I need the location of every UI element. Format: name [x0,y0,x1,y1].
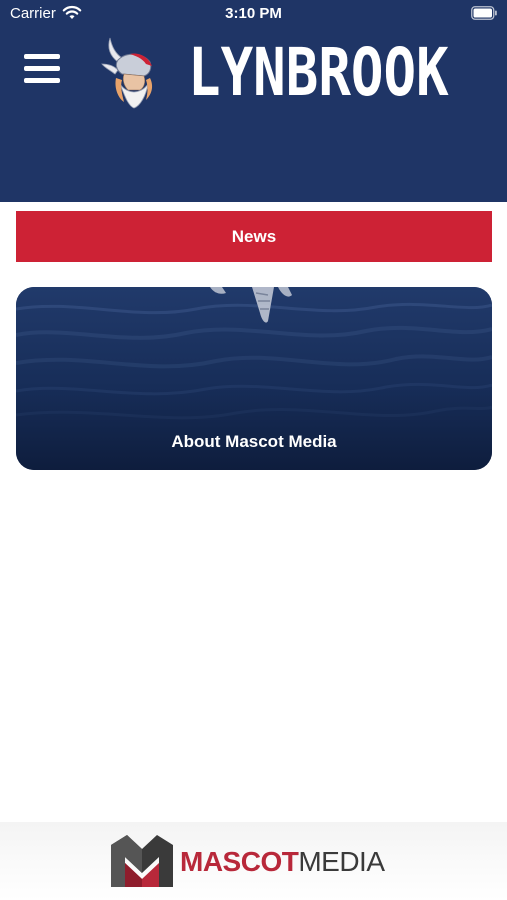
news-button[interactable]: News [16,211,492,262]
about-mascot-media-card[interactable]: About Mascot Media [16,287,492,470]
hamburger-menu-icon[interactable] [24,54,60,86]
viking-mascot-logo [101,37,153,109]
wordmark-mascot: MASCOT [180,846,299,877]
brand-title: LYNBROOK [188,34,449,111]
menu-line-1 [24,54,60,59]
menu-line-2 [24,66,60,71]
about-card-title: About Mascot Media [171,432,337,451]
mascot-media-logo-icon [111,835,173,887]
menu-line-3 [24,78,60,83]
battery-icon [471,6,497,20]
wordmark-media: MEDIA [298,846,385,877]
app-header: Carrier 3:10 PM LYNBROOK [0,0,507,202]
status-time: 3:10 PM [225,5,282,22]
mascot-media-wordmark: MASCOTMEDIA [180,846,385,878]
footer-banner: MASCOTMEDIA [0,822,507,900]
status-bar: Carrier 3:10 PM [0,0,507,28]
